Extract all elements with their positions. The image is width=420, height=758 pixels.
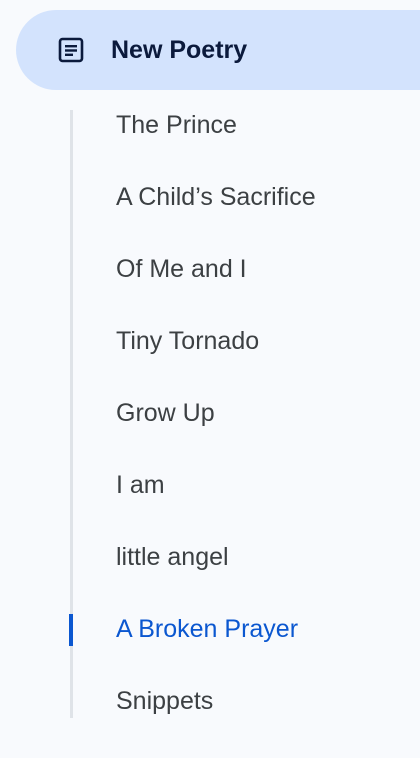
outline-item-a-childs-sacrifice[interactable]: A Child’s Sacrifice xyxy=(116,177,316,217)
outline-item-tiny-tornado[interactable]: Tiny Tornado xyxy=(116,321,259,361)
active-heading-indicator xyxy=(69,614,73,646)
outline-item-little-angel[interactable]: little angel xyxy=(116,537,229,577)
outline-item-i-am[interactable]: I am xyxy=(116,465,165,505)
outline-item-a-broken-prayer[interactable]: A Broken Prayer xyxy=(116,609,298,649)
document-title: New Poetry xyxy=(111,36,248,64)
document-title-row[interactable]: New Poetry xyxy=(16,10,420,90)
outline-item-snippets[interactable]: Snippets xyxy=(116,681,213,721)
document-lines-icon xyxy=(58,37,84,63)
document-outline: New Poetry The Prince A Child’s Sacrific… xyxy=(0,0,420,758)
outline-item-the-prince[interactable]: The Prince xyxy=(116,105,237,145)
outline-item-grow-up[interactable]: Grow Up xyxy=(116,393,215,433)
outline-item-of-me-and-i[interactable]: Of Me and I xyxy=(116,249,247,289)
